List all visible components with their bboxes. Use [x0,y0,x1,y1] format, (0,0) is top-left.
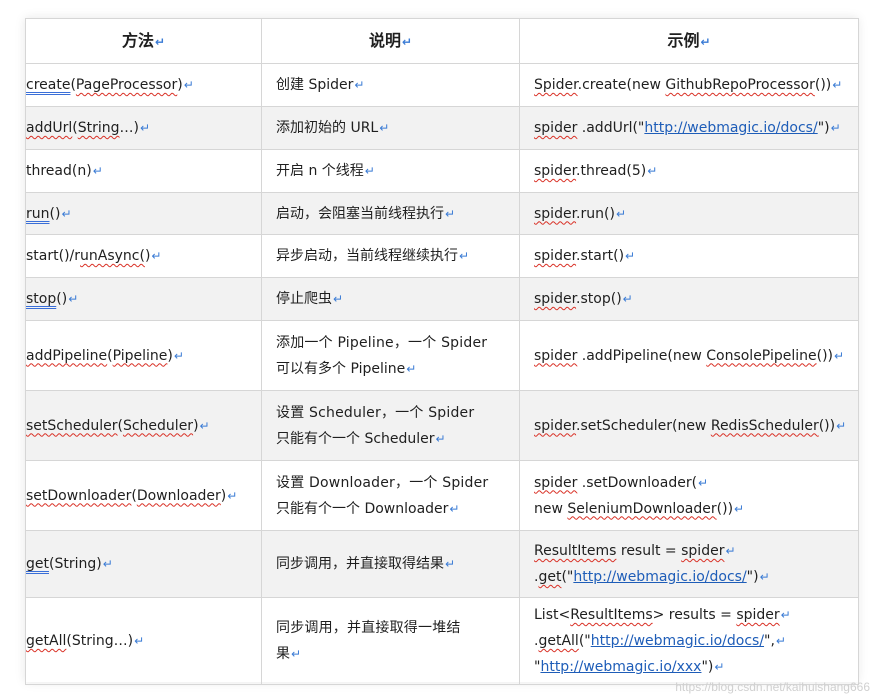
example-cell: List<ResultItems> results = spider↵ .getA… [519,597,859,685]
example-cell: spider .setDownloader(↵ new SeleniumDownl… [519,460,859,531]
header-row: 方法↵ 说明↵ 示例↵ [25,18,859,64]
description-cell: 启动，会阻塞当前线程执行↵ [261,192,520,235]
spider-api-table: 方法↵ 说明↵ 示例↵ create(PageProcessor)↵ 创建 Spi… [25,18,859,685]
example-cell: spider .addUrl("http://webmagic.io/docs/… [519,106,859,150]
method-cell: start()/runAsync()↵ [25,234,262,278]
method-cell: thread(n)↵ [25,149,262,193]
description-cell: 同步调用，并直接取得一堆结 果↵ [261,597,520,685]
page: 方法↵ 说明↵ 示例↵ create(PageProcessor)↵ 创建 Spi… [0,0,878,700]
method-cell: addPipeline(Pipeline)↵ [25,320,262,391]
method-cell: create(PageProcessor)↵ [25,63,262,107]
example-cell: spider.stop()↵ [519,277,859,321]
description-cell: 开启 n 个线程↵ [261,149,520,193]
method-cell: addUrl(String…)↵ [25,106,262,150]
method-cell: setScheduler(Scheduler)↵ [25,390,262,461]
method-cell: run()↵ [25,192,262,235]
table-row: addUrl(String…)↵ 添加初始的 URL↵ spider .addUrl… [25,106,859,150]
method-cell: setDownloader(Downloader)↵ [25,460,262,531]
description-cell: 异步启动，当前线程继续执行↵ [261,234,520,278]
description-cell: 创建 Spider↵ [261,63,520,107]
doc-link[interactable]: http://webmagic.io/docs/ [591,633,764,649]
header-description: 说明↵ [261,18,520,64]
table-row: setDownloader(Downloader)↵ 设置 Downloader，… [25,460,859,531]
description-cell: 添加初始的 URL↵ [261,106,520,150]
header-example: 示例↵ [519,18,859,64]
example-cell: spider.thread(5)↵ [519,149,859,193]
doc-link[interactable]: http://webmagic.io/xxx [540,659,701,675]
header-method: 方法↵ [25,18,262,64]
table-row: thread(n)↵ 开启 n 个线程↵ spider.thread(5)↵ [25,149,859,193]
table-row: getAll(String…)↵ 同步调用，并直接取得一堆结 果↵ List<Resu… [25,597,859,685]
table-row: get(String)↵ 同步调用，并直接取得结果↵ ResultItems res… [25,530,859,598]
table-row: setScheduler(Scheduler)↵ 设置 Scheduler，一个 … [25,390,859,461]
table-body: create(PageProcessor)↵ 创建 Spider↵ Spider.c… [25,63,859,685]
example-cell: spider.setScheduler(new RedisScheduler()… [519,390,859,461]
example-cell: Spider.create(new GithubRepoProcessor())… [519,63,859,107]
table-row: addPipeline(Pipeline)↵ 添加一个 Pipeline，一个 S… [25,320,859,391]
table-row: stop()↵ 停止爬虫↵ spider.stop()↵ [25,277,859,321]
description-cell: 停止爬虫↵ [261,277,520,321]
description-cell: 添加一个 Pipeline，一个 Spider 可以有多个 Pipeline↵ [261,320,520,391]
table-row: create(PageProcessor)↵ 创建 Spider↵ Spider.c… [25,63,859,107]
description-cell: 设置 Scheduler，一个 Spider 只能有个一个 Scheduler↵ [261,390,520,461]
watermark: https://blog.csdn.net/kaihuishang666 [675,680,870,694]
table-row: run()↵ 启动，会阻塞当前线程执行↵ spider.run()↵ [25,192,859,235]
example-cell: spider.start()↵ [519,234,859,278]
example-cell: spider .addPipeline(new ConsolePipeline(… [519,320,859,391]
method-cell: getAll(String…)↵ [25,597,262,685]
example-cell: ResultItems result = spider↵ .get("http:/… [519,530,859,598]
example-cell: spider.run()↵ [519,192,859,235]
description-cell: 同步调用，并直接取得结果↵ [261,530,520,598]
doc-link[interactable]: http://webmagic.io/docs/ [644,120,817,136]
method-cell: get(String)↵ [25,530,262,598]
description-cell: 设置 Downloader，一个 Spider 只能有个一个 Downloader… [261,460,520,531]
api-table-card: 方法↵ 说明↵ 示例↵ create(PageProcessor)↵ 创建 Spi… [25,18,859,685]
method-cell: stop()↵ [25,277,262,321]
doc-link[interactable]: http://webmagic.io/docs/ [573,569,746,585]
table-row: start()/runAsync()↵ 异步启动，当前线程继续执行↵ spider.… [25,234,859,278]
